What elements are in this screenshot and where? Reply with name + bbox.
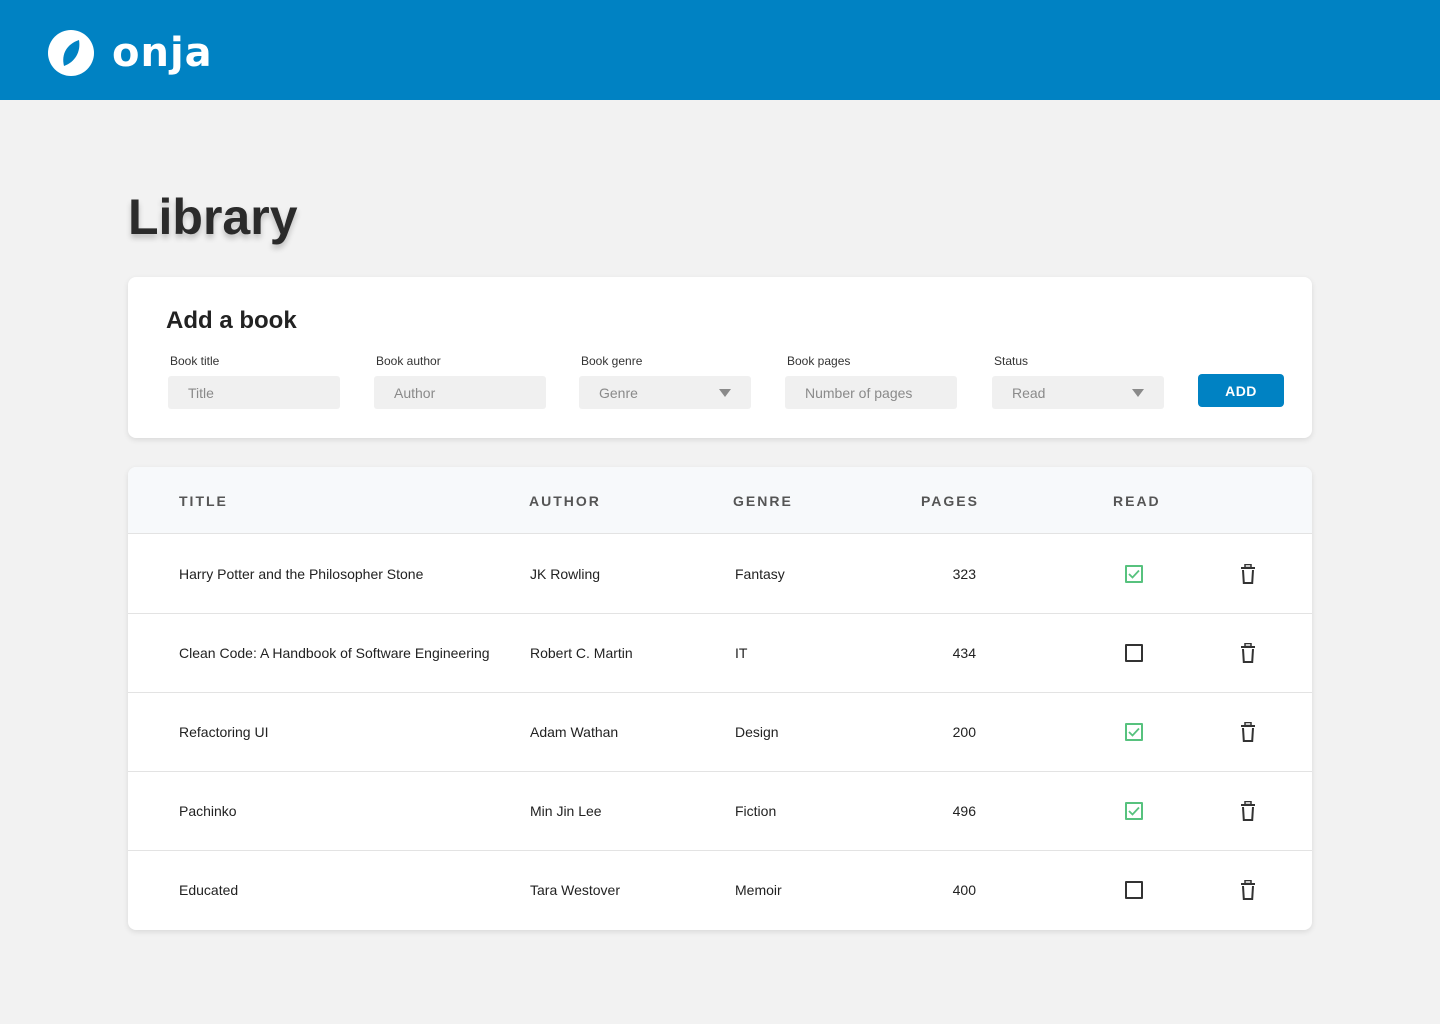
books-table: TITLE AUTHOR GENRE PAGES READ Harry Pott…: [128, 467, 1312, 930]
book-pages-input[interactable]: [785, 376, 957, 409]
column-header-title[interactable]: TITLE: [179, 493, 228, 509]
check-icon: [1128, 806, 1140, 816]
table-row: Educated Tara Westover Memoir 400: [128, 851, 1312, 930]
field-label: Book genre: [581, 354, 643, 368]
cell-pages: 400: [952, 882, 976, 898]
trash-icon[interactable]: [1240, 800, 1256, 821]
field-label: Book title: [170, 354, 220, 368]
select-value: Genre: [599, 384, 638, 401]
cell-genre: Fiction: [735, 803, 777, 819]
cell-author: Robert C. Martin: [530, 645, 633, 661]
table-row: Refactoring UI Adam Wathan Design 200: [128, 693, 1312, 772]
table-header: TITLE AUTHOR GENRE PAGES READ: [128, 467, 1312, 534]
cell-pages: 200: [952, 724, 976, 740]
cell-pages: 496: [952, 803, 976, 819]
field-label: Status: [994, 354, 1029, 368]
cell-genre: Memoir: [735, 882, 782, 898]
field-label: Book author: [376, 354, 441, 368]
cell-genre: Design: [735, 724, 779, 740]
column-header-read[interactable]: READ: [1113, 493, 1161, 509]
cell-pages: 323: [952, 566, 976, 582]
cell-author: JK Rowling: [530, 566, 601, 582]
leaf-icon: [48, 30, 94, 76]
top-bar: onja: [0, 0, 1440, 100]
read-checkbox[interactable]: [1125, 644, 1143, 662]
book-author-input[interactable]: [374, 376, 546, 409]
cell-title: Clean Code: A Handbook of Software Engin…: [179, 645, 490, 661]
column-header-genre[interactable]: GENRE: [733, 493, 793, 509]
cell-title: Harry Potter and the Philosopher Stone: [179, 566, 424, 582]
add-book-title: Add a book: [166, 307, 297, 334]
column-header-pages[interactable]: PAGES: [921, 493, 979, 509]
cell-title: Educated: [179, 882, 239, 898]
cell-title: Refactoring UI: [179, 724, 269, 740]
cell-genre: Fantasy: [735, 566, 785, 582]
chevron-down-icon: [1132, 388, 1144, 397]
read-checkbox[interactable]: [1125, 802, 1143, 820]
page-title: Library: [128, 189, 298, 245]
select-value: Read: [1012, 384, 1046, 401]
status-select[interactable]: Read: [992, 376, 1164, 409]
trash-icon[interactable]: [1240, 563, 1256, 584]
cell-author: Min Jin Lee: [530, 803, 602, 819]
add-button[interactable]: ADD: [1198, 374, 1284, 407]
book-genre-select[interactable]: Genre: [579, 376, 751, 409]
check-icon: [1128, 727, 1140, 737]
book-genre-field: Book genre Genre: [579, 354, 751, 409]
trash-icon[interactable]: [1240, 721, 1256, 742]
cell-author: Tara Westover: [530, 882, 620, 898]
read-checkbox[interactable]: [1125, 881, 1143, 899]
brand-logo[interactable]: onja: [48, 30, 213, 76]
book-pages-field: Book pages: [785, 354, 957, 409]
status-field: Status Read: [992, 354, 1164, 409]
book-author-field: Book author: [374, 354, 546, 409]
trash-icon[interactable]: [1240, 642, 1256, 663]
brand-name: onja: [112, 30, 213, 76]
check-icon: [1128, 569, 1140, 579]
cell-title: Pachinko: [179, 803, 237, 819]
chevron-down-icon: [719, 388, 731, 397]
cell-author: Adam Wathan: [530, 724, 619, 740]
add-book-card: Add a book Book title Book author Book g…: [128, 277, 1312, 438]
column-header-author[interactable]: AUTHOR: [529, 493, 601, 509]
cell-genre: IT: [735, 645, 748, 661]
table-row: Clean Code: A Handbook of Software Engin…: [128, 614, 1312, 693]
read-checkbox[interactable]: [1125, 723, 1143, 741]
trash-icon[interactable]: [1240, 879, 1256, 900]
read-checkbox[interactable]: [1125, 565, 1143, 583]
table-row: Pachinko Min Jin Lee Fiction 496: [128, 772, 1312, 851]
book-title-input[interactable]: [168, 376, 340, 409]
table-row: Harry Potter and the Philosopher Stone JK…: [128, 535, 1312, 614]
book-title-field: Book title: [168, 354, 340, 409]
cell-pages: 434: [952, 645, 976, 661]
field-label: Book pages: [787, 354, 851, 368]
